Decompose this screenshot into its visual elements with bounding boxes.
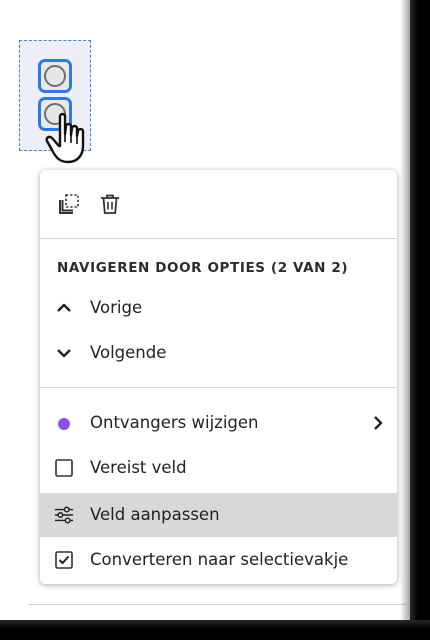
chevron-up-icon	[57, 303, 71, 312]
radio-option-1[interactable]	[38, 59, 72, 93]
radio-circle-icon	[44, 65, 66, 87]
chevron-down-icon	[57, 349, 71, 358]
menu-item-label: Ontvangers wijzigen	[90, 413, 259, 432]
document-page: NAVIGEREN DOOR OPTIES (2 VAN 2) Vorige V…	[0, 0, 430, 640]
hand-pointer-cursor-icon	[45, 112, 85, 164]
menu-item-customize-field[interactable]: Veld aanpassen	[40, 493, 397, 537]
page-divider	[28, 604, 406, 605]
sliders-icon	[54, 506, 74, 524]
menu-item-label: Converteren naar selectievakje	[90, 550, 349, 569]
menu-item-next[interactable]: Volgende	[40, 331, 397, 375]
duplicate-icon[interactable]	[57, 192, 81, 216]
context-menu: NAVIGEREN DOOR OPTIES (2 VAN 2) Vorige V…	[40, 170, 397, 584]
menu-item-label: Vereist veld	[90, 458, 187, 477]
menu-toolbar	[40, 170, 397, 239]
menu-item-previous[interactable]: Vorige	[40, 286, 397, 330]
menu-item-convert-to-checkbox[interactable]: Converteren naar selectievakje	[40, 538, 397, 582]
menu-item-label: Vorige	[90, 298, 143, 317]
checkbox-checked-icon[interactable]	[54, 550, 74, 570]
menu-item-label: Volgende	[90, 343, 167, 362]
section-title: NAVIGEREN DOOR OPTIES (2 VAN 2)	[57, 260, 349, 276]
recipient-dot-icon	[58, 418, 70, 430]
frame-border-right	[410, 0, 430, 640]
frame-shadow	[400, 0, 410, 630]
menu-item-label: Veld aanpassen	[90, 505, 220, 524]
menu-item-change-recipients[interactable]: Ontvangers wijzigen	[40, 401, 397, 445]
frame-border-bottom	[0, 620, 430, 640]
chevron-right-icon	[374, 416, 383, 430]
menu-divider	[40, 387, 397, 388]
checkbox-unchecked-icon[interactable]	[54, 458, 74, 478]
trash-icon[interactable]	[98, 192, 122, 216]
menu-item-required-field[interactable]: Vereist veld	[40, 446, 397, 490]
